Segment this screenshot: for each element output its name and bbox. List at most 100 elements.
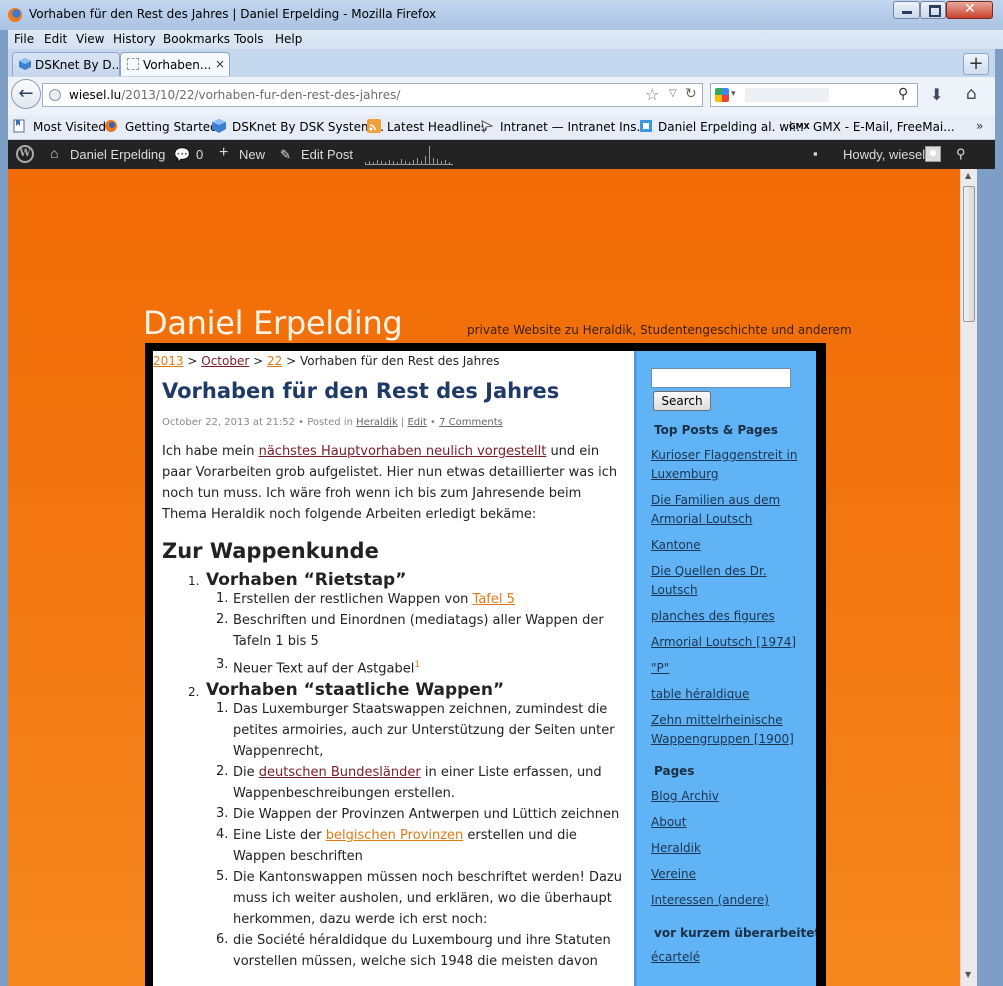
- page-link[interactable]: Heraldik: [651, 839, 811, 858]
- comment-icon[interactable]: 💬: [174, 147, 190, 163]
- home-icon[interactable]: ⌂: [966, 84, 977, 104]
- stats-sparkline[interactable]: [365, 144, 453, 166]
- list-item: Die Kantonswappen müssen noch beschrifte…: [233, 870, 622, 927]
- tab-dsknet[interactable]: DSKnet By D...: [12, 52, 124, 76]
- new-tab-button[interactable]: +: [963, 53, 989, 75]
- url-dropdown-icon[interactable]: ▽: [669, 88, 677, 99]
- top-post-link[interactable]: table héraldique: [651, 685, 811, 704]
- bookmark-daniel-erpelding[interactable]: Daniel Erpelding al. wi...: [658, 120, 804, 134]
- scroll-up-icon[interactable]: ▲: [965, 171, 971, 180]
- search-engine-dropdown-icon[interactable]: ▾: [731, 89, 736, 99]
- bookmark-most-visited[interactable]: Most Visited: [33, 120, 106, 134]
- firefox-logo-icon: [8, 8, 22, 22]
- top-post-link[interactable]: Kantone: [651, 536, 811, 555]
- cube-icon: [19, 58, 31, 70]
- menu-history[interactable]: History: [113, 32, 156, 46]
- search-icon[interactable]: ⚲: [956, 146, 966, 162]
- avatar[interactable]: [925, 146, 941, 162]
- download-icon[interactable]: ⬇: [930, 85, 943, 104]
- page-icon: [127, 58, 139, 70]
- site-title[interactable]: Daniel Erpelding: [143, 304, 403, 342]
- menu-bookmarks[interactable]: Bookmarks: [163, 32, 230, 46]
- tafel5-link[interactable]: Tafel 5: [473, 592, 515, 607]
- site-description: private Website zu Heraldik, Studentenge…: [467, 323, 852, 337]
- url-bar[interactable]: wiesel.lu/2013/10/22/vorhaben-fur-den-re…: [42, 83, 703, 107]
- google-icon[interactable]: [715, 88, 729, 102]
- page-link[interactable]: About: [651, 813, 811, 832]
- bookmark-getting-started[interactable]: Getting Started: [125, 120, 218, 134]
- top-post-link[interactable]: planches des figures: [651, 607, 811, 626]
- list-number: 4.: [216, 827, 229, 842]
- adminbar-edit-post[interactable]: Edit Post: [301, 147, 353, 162]
- close-tab-icon[interactable]: ×: [215, 57, 225, 71]
- adminbar-howdy[interactable]: Howdy, wiesel: [843, 147, 925, 162]
- menu-edit[interactable]: Edit: [44, 32, 67, 46]
- tab-label: DSKnet By D...: [35, 58, 124, 72]
- list-item: Eine Liste der belgischen Provinzen erst…: [233, 828, 577, 864]
- page-link[interactable]: Interessen (andere): [651, 891, 811, 910]
- post-title[interactable]: Vorhaben für den Rest des Jahres: [162, 379, 559, 403]
- top-post-link[interactable]: Zehn mittelrheinische Wappengruppen [190…: [651, 711, 811, 749]
- provinzen-link[interactable]: belgischen Provinzen: [326, 828, 463, 843]
- recent-heading: vor kurzem überarbeitet: [654, 926, 816, 940]
- page-link[interactable]: Blog Archiv: [651, 787, 811, 806]
- edit-link[interactable]: Edit: [407, 417, 426, 428]
- search-input[interactable]: [745, 88, 829, 102]
- bookmark-star-icon[interactable]: ☆: [645, 85, 659, 104]
- bookmark-gmx[interactable]: GMX - E-Mail, FreeMai...: [813, 120, 955, 134]
- list-item: Neuer Text auf der Astgabel1: [233, 660, 421, 677]
- recent-link[interactable]: écartelé: [651, 948, 811, 967]
- page-icon: [640, 120, 652, 132]
- search-bar[interactable]: ▾ ⚲: [710, 83, 918, 107]
- pages-heading: Pages: [654, 764, 695, 778]
- maximize-button[interactable]: [920, 1, 946, 19]
- top-post-link[interactable]: Die Familien aus dem Armorial Loutsch: [651, 491, 811, 529]
- list-number: 2.: [188, 685, 200, 699]
- scroll-down-icon[interactable]: ▼: [965, 970, 971, 979]
- page-link[interactable]: Vereine: [651, 865, 811, 884]
- scrollbar-thumb[interactable]: [963, 186, 975, 322]
- top-post-link[interactable]: Armorial Loutsch [1974]: [651, 633, 811, 652]
- footnote-link[interactable]: 1: [414, 660, 420, 670]
- adminbar-site-name[interactable]: Daniel Erpelding: [70, 147, 165, 162]
- list1-title: Vorhaben “Rietstap”: [206, 570, 407, 590]
- top-post-link[interactable]: "P": [651, 659, 811, 678]
- pencil-icon: ✎: [280, 147, 291, 162]
- intro-link[interactable]: nächstes Hauptvorhaben neulich vorgestel…: [259, 444, 547, 459]
- top-post-link[interactable]: Die Quellen des Dr. Loutsch: [651, 562, 811, 600]
- menu-help[interactable]: Help: [275, 32, 302, 46]
- sidebar-search-button[interactable]: Search: [653, 391, 711, 411]
- tab-vorhaben[interactable]: Vorhaben... ×: [120, 52, 230, 76]
- bookmarks-overflow-button[interactable]: »: [976, 119, 983, 133]
- breadcrumb-month[interactable]: October: [201, 354, 249, 368]
- close-window-button[interactable]: ✕: [946, 1, 993, 19]
- url-text[interactable]: wiesel.lu/2013/10/22/vorhaben-fur-den-re…: [69, 88, 400, 102]
- bookmark-intranet[interactable]: Intranet — Intranet Ins...: [500, 120, 648, 134]
- sidebar-search-input[interactable]: [651, 368, 791, 388]
- menu-file[interactable]: File: [14, 32, 34, 46]
- reload-icon[interactable]: ↻: [685, 86, 697, 102]
- notifications-icon[interactable]: ▪: [813, 146, 818, 161]
- magnifier-icon[interactable]: ⚲: [898, 86, 908, 102]
- breadcrumb-year[interactable]: 2013: [153, 354, 184, 368]
- category-link[interactable]: Heraldik: [356, 417, 398, 428]
- comment-count[interactable]: 0: [196, 147, 203, 162]
- adminbar-new[interactable]: New: [239, 147, 265, 162]
- tab-label: Vorhaben...: [143, 58, 212, 72]
- top-post-link[interactable]: Kurioser Flaggenstreit in Luxemburg: [651, 446, 811, 484]
- menu-tools[interactable]: Tools: [234, 32, 264, 46]
- bookmark-latest-headlines[interactable]: Latest Headlines: [387, 120, 487, 134]
- menu-view[interactable]: View: [76, 32, 104, 46]
- vertical-scrollbar[interactable]: ▲ ▼: [960, 169, 978, 986]
- back-button[interactable]: ←: [11, 79, 41, 109]
- bookmarks-folder-icon: [13, 119, 25, 133]
- gmx-icon: GMX: [789, 122, 810, 131]
- home-icon: ⌂: [50, 145, 59, 161]
- wordpress-logo-icon[interactable]: W: [16, 145, 34, 163]
- bundeslaender-link[interactable]: deutschen Bundesländer: [259, 765, 421, 780]
- breadcrumb-day[interactable]: 22: [267, 354, 282, 368]
- list-item: Die Wappen der Provinzen Antwerpen und L…: [233, 807, 620, 822]
- minimize-button[interactable]: [893, 1, 920, 19]
- comments-link[interactable]: 7 Comments: [439, 417, 503, 428]
- bookmark-dsknet[interactable]: DSKnet By DSK System...: [232, 120, 384, 134]
